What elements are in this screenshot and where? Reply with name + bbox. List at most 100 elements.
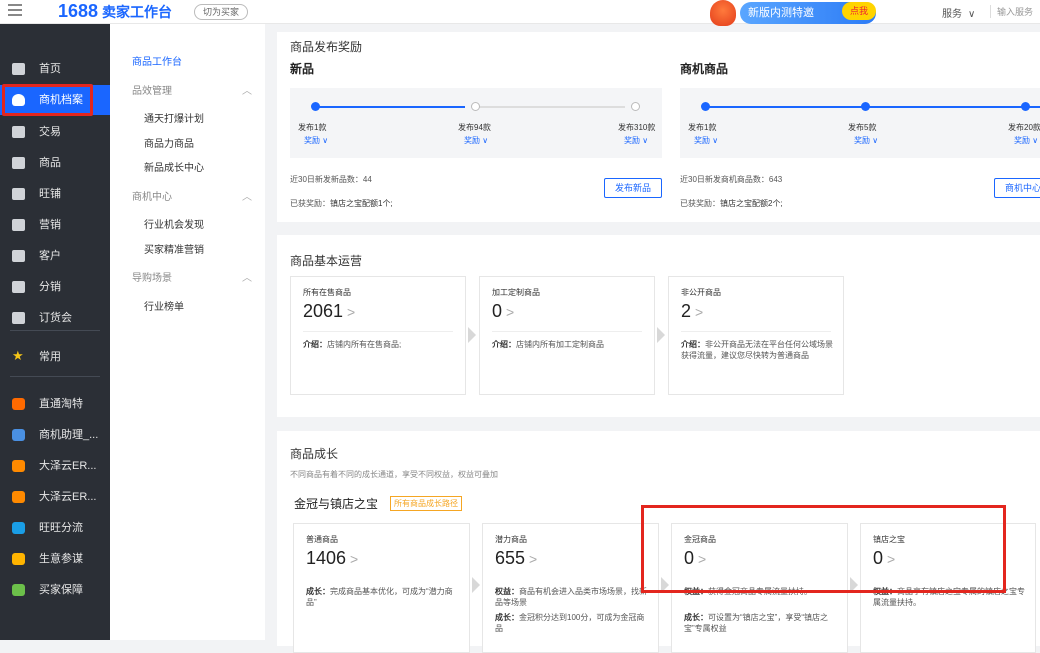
progress-step-label: 发布310款: [618, 123, 656, 132]
chevron-up-icon: ︿: [242, 86, 252, 97]
stat-value[interactable]: 2 >: [681, 301, 703, 322]
stat-value[interactable]: 0 >: [492, 301, 514, 322]
subnav-group-label: 导购场景: [132, 273, 172, 284]
subnav-group-guide[interactable]: 导购场景 ︿: [132, 269, 252, 284]
earned-value: 镇店之宝配额1个;: [330, 199, 393, 208]
switch-to-buyer-button[interactable]: 切为买家: [194, 4, 249, 20]
crown-title: 金冠与镇店之宝: [294, 497, 379, 511]
sidebar-item[interactable]: ★ 常用: [0, 342, 110, 372]
divider: [303, 331, 453, 332]
reward-dropdown[interactable]: 奖励 ∨: [624, 135, 648, 146]
logo[interactable]: 1688 卖家工作台: [58, 1, 172, 22]
stat-desc: 成长：金冠积分达到100分，可成为金冠商品: [495, 612, 648, 634]
subnav-group-biz[interactable]: 商机中心 ︿: [132, 188, 252, 203]
service-menu[interactable]: 服务 ∨: [942, 5, 975, 20]
growth-title: 商品成长: [290, 447, 339, 461]
biz-product-earned: 已获奖励：镇店之宝配额2个;: [680, 198, 783, 209]
subnav-head[interactable]: 商品工作台: [132, 53, 182, 68]
sidebar-item[interactable]: 营销: [0, 210, 110, 240]
subnav-link[interactable]: 通天打爆计划: [144, 110, 204, 125]
chevron-up-icon: ︿: [242, 273, 252, 284]
subnav-link[interactable]: 买家精准营销: [144, 241, 204, 256]
growth-hint: 不同商品有着不同的成长通道，享受不同权益，权益可叠加: [290, 470, 498, 479]
sidebar-divider: [10, 330, 100, 331]
sidebar-item-label: 订货会: [39, 312, 72, 324]
subnav-link[interactable]: 商品力商品: [144, 135, 194, 150]
sub-navigation: 商品工作台 品效管理 ︿ 通天打爆计划 商品力商品 新品成长中心 商机中心 ︿ 行业…: [110, 24, 265, 640]
sidebar-item[interactable]: 分销: [0, 272, 110, 302]
sidebar-item[interactable]: 直通淘特: [0, 389, 110, 419]
reward-dropdown[interactable]: 奖励 ∨: [464, 135, 488, 146]
desc-key: 介绍：: [303, 340, 327, 349]
sidebar-item[interactable]: 商品: [0, 148, 110, 178]
reward-dropdown[interactable]: 奖励 ∨: [854, 135, 878, 146]
growth-box-normal[interactable]: 普通商品 1406 > 成长：完成商品基本优化，可成为“潜力商品”: [293, 523, 470, 653]
promo-banner[interactable]: 新版内测特邀 点我: [710, 0, 880, 26]
desc-key: 权益：: [495, 587, 519, 596]
stat-desc: 权益：商品有机会进入品类市场场景，找新品等场景: [495, 586, 648, 608]
subnav-link[interactable]: 新品成长中心: [144, 159, 204, 174]
stat-desc: 成长：完成商品基本优化，可成为“潜力商品”: [306, 586, 459, 608]
logo-number: 1688: [58, 1, 99, 21]
sidebar-item[interactable]: 订货会: [0, 303, 110, 333]
stat-box-on-sale[interactable]: 所有在售商品 2061 > 介绍：店铺内所有在售商品;: [290, 276, 466, 395]
sidebar-item[interactable]: 商机助理_...: [0, 420, 110, 450]
desc-key: 介绍：: [681, 340, 705, 349]
sidebar-item[interactable]: 交易: [0, 117, 110, 147]
stat-box-custom[interactable]: 加工定制商品 0 > 介绍：店铺内所有加工定制商品: [479, 276, 655, 395]
subnav-group-quality[interactable]: 品效管理 ︿: [132, 82, 252, 97]
reward-card: 商品发布奖励 新品 发布1款 发布94款 发布310款 奖励 ∨ 奖励 ∨ 奖励…: [277, 32, 1040, 222]
new-product-title: 新品: [290, 62, 315, 76]
growth-path-link[interactable]: 所有商品成长路径: [390, 496, 462, 511]
biz-product-stat: 近30日新发商机商品数：643: [680, 175, 783, 184]
promo-click-button[interactable]: 点我: [842, 2, 876, 20]
erp-app-icon-2: [12, 491, 25, 503]
stat-value[interactable]: 655 >: [495, 548, 537, 569]
progress-track: [705, 106, 1040, 108]
highlight-frame: [641, 505, 1006, 593]
reward-dropdown[interactable]: 奖励 ∨: [1014, 135, 1038, 146]
sidebar-item[interactable]: 旺旺分流: [0, 513, 110, 543]
basic-ops-title: 商品基本运营: [290, 254, 363, 268]
chevron-right-icon: >: [506, 304, 515, 320]
new-product-stat: 近30日新发新品数：44: [290, 175, 372, 184]
sidebar-item[interactable]: 买家保障: [0, 575, 110, 605]
sidebar-item[interactable]: 客户: [0, 241, 110, 271]
arrow-right-icon: [657, 327, 665, 343]
reward-dropdown[interactable]: 奖励 ∨: [694, 135, 718, 146]
subnav-link[interactable]: 行业榜单: [144, 298, 184, 313]
sidebar-item-label: 旺旺分流: [39, 522, 83, 534]
desc-key: 介绍：: [492, 340, 516, 349]
service-search-input[interactable]: 输入服务: [990, 5, 1033, 18]
stat-value[interactable]: 1406 >: [306, 548, 358, 569]
stat-number: 2: [681, 301, 692, 321]
biz-center-button[interactable]: 商机中心: [994, 178, 1040, 198]
sidebar-item[interactable]: 大泽云ER...: [0, 451, 110, 481]
reward-dropdown[interactable]: 奖励 ∨: [304, 135, 328, 146]
desc-key: 成长：: [684, 613, 708, 622]
stat-value[interactable]: 2061 >: [303, 301, 355, 322]
wangwang-app-icon: [12, 522, 25, 534]
sidebar-item-label: 营销: [39, 219, 61, 231]
order-icon: [12, 126, 25, 138]
sidebar-item-label: 客户: [39, 250, 61, 262]
stat-box-private[interactable]: 非公开商品 2 > 介绍：非公开商品无法在平台任何公域场景获得流量，建议您尽快转为…: [668, 276, 844, 395]
subnav-link[interactable]: 行业机会发现: [144, 216, 204, 231]
progress-dot: [861, 102, 870, 111]
sidebar-item[interactable]: 大泽云ER...: [0, 482, 110, 512]
sidebar-item[interactable]: 首页: [0, 54, 110, 84]
sidebar-item[interactable]: 旺铺: [0, 179, 110, 209]
growth-box-potential[interactable]: 潜力商品 655 > 权益：商品有机会进入品类市场场景，找新品等场景 成长：金冠积…: [482, 523, 659, 653]
share-icon: [12, 281, 25, 293]
sidebar-item[interactable]: 生意参谋: [0, 544, 110, 574]
menu-icon[interactable]: [8, 4, 22, 16]
sidebar-item-label: 直通淘特: [39, 398, 83, 410]
stat-desc: 成长：可设置为“镇店之宝”，享受“镇店之宝”专属权益: [684, 612, 837, 634]
progress-dot: [1021, 102, 1030, 111]
sidebar-divider: [10, 376, 100, 377]
progress-step-label: 发布1款: [298, 123, 327, 132]
tag-icon: [12, 219, 25, 231]
product-icon: [12, 157, 25, 169]
stat-number: 0: [492, 301, 503, 321]
publish-new-button[interactable]: 发布新品: [604, 178, 662, 198]
